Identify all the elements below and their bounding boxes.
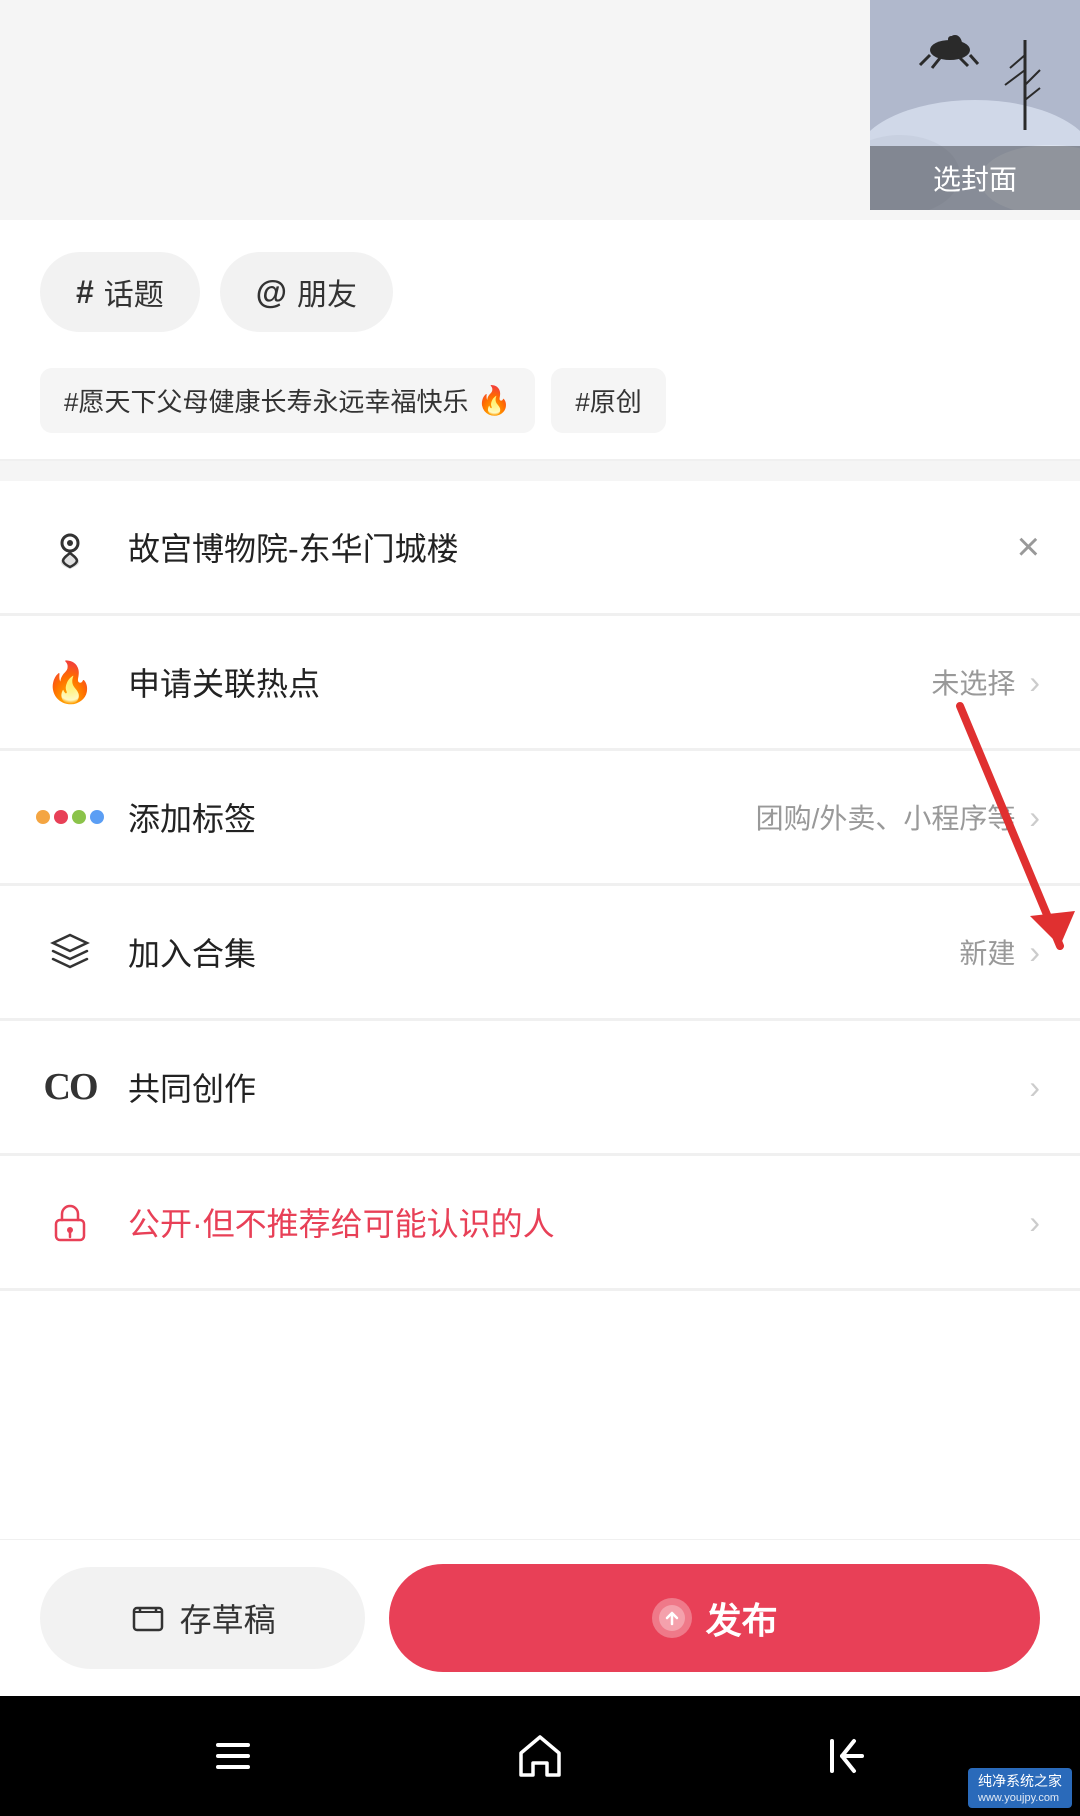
draft-icon [130, 1600, 166, 1636]
cover-label: 选封面 [933, 164, 1017, 195]
privacy-row[interactable]: 公开·但不推荐给可能认识的人 › [0, 1156, 1080, 1289]
collection-chevron: › [1029, 934, 1040, 971]
collection-row[interactable]: 加入合集 新建 › [0, 886, 1080, 1019]
hotspot-value: 未选择 [931, 662, 1015, 702]
save-draft-button[interactable]: 存草稿 [40, 1567, 365, 1669]
nav-menu-icon[interactable] [208, 1731, 258, 1781]
at-button[interactable]: @ 朋友 [220, 252, 393, 332]
hash-symbol: # [76, 274, 94, 311]
hashtag-text-1: #愿天下父母健康长寿永远幸福快乐 [64, 382, 468, 419]
co-icon: CO [40, 1057, 100, 1117]
top-image-area: 选封面 [0, 0, 1080, 220]
at-symbol: @ [256, 274, 287, 311]
dots-icon [40, 787, 100, 847]
lock-icon [40, 1192, 100, 1252]
list-section: 故宫博物院-东华门城楼 × 🔥 申请关联热点 未选择 › [0, 481, 1080, 1291]
hashtag-chip-1[interactable]: #愿天下父母健康长寿永远幸福快乐 🔥 [40, 368, 535, 433]
section-sep-1 [0, 461, 1080, 481]
layers-icon [40, 922, 100, 982]
location-row[interactable]: 故宫博物院-东华门城楼 × [0, 481, 1080, 614]
hashtag-scroll-area: #愿天下父母健康长寿永远幸福快乐 🔥 #原创 [0, 352, 1080, 459]
location-icon [40, 517, 100, 577]
privacy-label: 公开·但不推荐给可能认识的人 [128, 1199, 1025, 1245]
co-create-chevron: › [1029, 1069, 1040, 1106]
location-close-icon[interactable]: × [1017, 525, 1040, 570]
bottom-action-bar: 存草稿 发布 [0, 1539, 1080, 1696]
tags-chevron: › [1029, 799, 1040, 836]
publish-label: 发布 [706, 1592, 778, 1644]
tag-row: # 话题 @ 朋友 [0, 220, 1080, 352]
flame-icon: 🔥 [40, 652, 100, 712]
privacy-chevron: › [1029, 1204, 1040, 1241]
nav-back-icon[interactable] [822, 1731, 872, 1781]
co-create-row[interactable]: CO 共同创作 › [0, 1021, 1080, 1154]
at-label: 朋友 [297, 270, 357, 314]
fire-icon-1: 🔥 [476, 384, 511, 417]
bottom-nav [0, 1696, 1080, 1816]
hotspot-label: 申请关联热点 [128, 659, 931, 705]
co-create-label: 共同创作 [128, 1064, 1025, 1110]
tags-value: 团购/外卖、小程序等 [756, 797, 1016, 837]
hashtag-text-2: #原创 [575, 382, 641, 419]
cover-thumbnail[interactable]: 选封面 [870, 0, 1080, 210]
hashtag-label: 话题 [104, 270, 164, 314]
watermark: 纯净系统之家 www.youjpy.com [968, 1768, 1072, 1808]
nav-home-icon[interactable] [513, 1729, 567, 1783]
collection-value: 新建 [959, 932, 1015, 972]
tags-row[interactable]: 添加标签 团购/外卖、小程序等 › [0, 751, 1080, 884]
save-draft-label: 存草稿 [180, 1595, 276, 1641]
tags-label: 添加标签 [128, 794, 756, 840]
bottom-spacer [0, 1291, 1080, 1491]
hotspot-row[interactable]: 🔥 申请关联热点 未选择 › [0, 616, 1080, 749]
cover-overlay[interactable]: 选封面 [870, 146, 1080, 210]
location-label: 故宫博物院-东华门城楼 [128, 524, 1017, 570]
hashtag-chip-2[interactable]: #原创 [551, 368, 665, 433]
upload-icon [652, 1598, 692, 1638]
collection-label: 加入合集 [128, 929, 959, 975]
hashtag-button[interactable]: # 话题 [40, 252, 200, 332]
publish-button[interactable]: 发布 [389, 1564, 1040, 1672]
hotspot-chevron: › [1029, 664, 1040, 701]
